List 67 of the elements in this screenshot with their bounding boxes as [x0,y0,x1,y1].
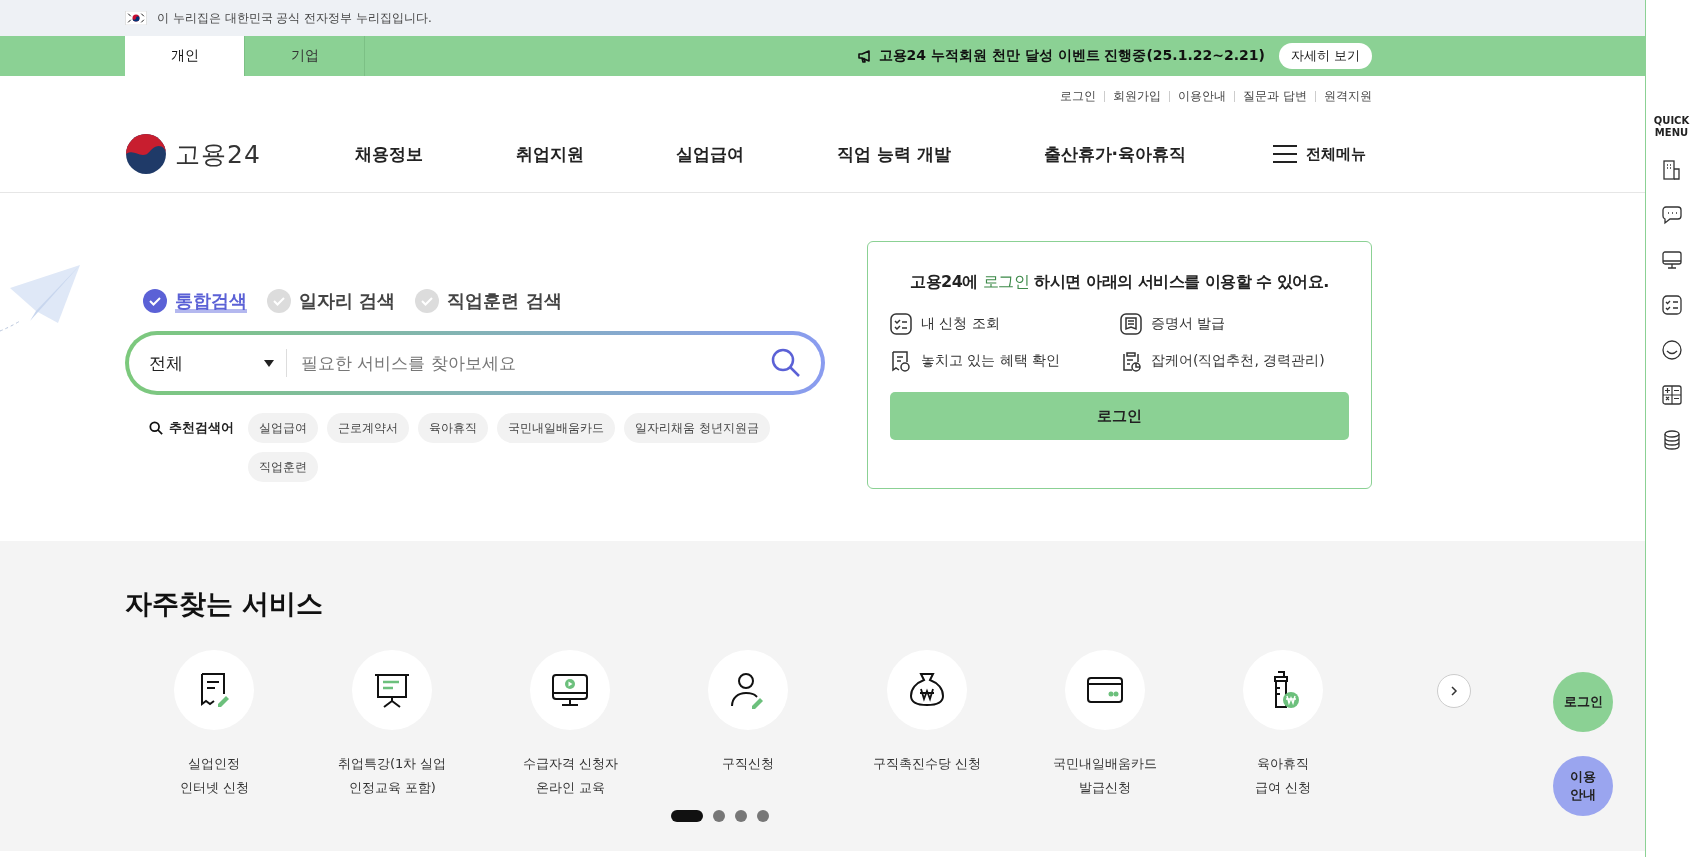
service-label[interactable]: 내 신청 조회 [921,315,1000,333]
notice-text: 고용24 누적회원 천만 달성 이벤트 진행중(25.1.22~2.21) [878,47,1265,65]
service-label[interactable]: 잡케어(직업추천, 경력관리) [1151,352,1325,370]
check-circle-icon [267,289,291,313]
database-icon[interactable] [1661,430,1682,450]
keyword-chip[interactable]: 실업급여 [248,413,318,443]
audience-tab[interactable]: 개인 [125,36,245,76]
calculator-icon[interactable] [1661,385,1682,405]
page-indicator[interactable] [671,810,703,822]
certificate-icon [1120,313,1142,335]
service-label[interactable]: 국민내일배움카드 발급신청 [1052,752,1157,800]
gov-banner-text: 이 누리집은 대한민국 공식 전자정부 누리집입니다. [157,9,432,27]
nav-item[interactable]: 출산휴가·육아휴직 [1043,142,1186,166]
utility-link[interactable]: 원격지원 [1324,87,1372,105]
service-label[interactable]: 구직신청 [722,752,775,776]
checklist-icon [890,313,912,335]
smile-icon[interactable] [1661,340,1682,360]
service-label[interactable]: 수급자격 신청자 온라인 교육 [522,752,618,800]
monitor-icon[interactable] [1661,250,1682,270]
keyword-chip[interactable]: 일자리채움 청년지원금 [624,413,770,443]
keyword-chip[interactable]: 근로계약서 [327,413,409,443]
login-prompt: 고용24에 로그인 하시면 아래의 서비스를 이용할 수 있어요. [909,272,1330,293]
utility-link[interactable]: 질문과 답변 [1243,87,1307,105]
chat-bubble-icon[interactable] [1661,205,1682,225]
logo-text[interactable]: 고용24 [175,137,261,171]
utility-link[interactable]: 이용안내 [1178,87,1227,105]
quick-menu-title: QUICK MENU [1653,115,1690,139]
search-icon[interactable] [771,348,801,378]
receipt-icon [890,350,912,372]
service-label[interactable]: 증명서 발급 [1151,315,1226,333]
nav-item[interactable]: 실업급여 [676,142,745,166]
service-label[interactable]: 구직촉진수당 신청 [872,752,981,776]
building-icon[interactable] [1661,160,1682,180]
service-label[interactable]: 육아휴직 급여 신청 [1254,752,1311,800]
chevron-right-icon [1448,685,1460,697]
recommended-label: 추천검색어 [169,419,234,437]
clipboard-chart-icon [1120,350,1142,372]
search-tab[interactable]: 통합검색 [143,289,247,313]
section-title: 자주찾는 서비스 [125,587,325,621]
search-field[interactable]: 전체 필요한 서비스를 찾아보세요 [125,331,825,395]
check-circle-icon [415,289,440,313]
nav-item[interactable]: 채용정보 [355,142,423,166]
details-button[interactable]: 자세히 보기 [1278,43,1372,69]
search-icon [149,421,163,435]
search-tab[interactable]: 직업훈련 검색 [415,289,562,313]
utility-link[interactable]: 회원가입 [1113,87,1162,105]
keyword-chip[interactable]: 국민내일배움카드 [497,413,615,443]
service-label[interactable]: 취업특강(1차 실업 인정교육 포함) [337,752,447,800]
nav-item[interactable]: 직업 능력 개발 [837,142,951,166]
audience-tab[interactable]: 기업 [245,36,365,76]
megaphone-icon [856,48,873,64]
search-tab[interactable]: 일자리 검색 [267,289,396,313]
keyword-chip[interactable]: 직업훈련 [248,452,318,482]
login-button[interactable]: 로그인 [890,392,1349,440]
nav-item[interactable]: 취업지원 [515,142,584,166]
dropdown-caret-icon [264,359,274,367]
utility-link[interactable]: 로그인 [1060,87,1097,105]
service-label[interactable]: 실업인정 인터넷 신청 [179,752,249,800]
check-circle-icon [143,289,167,313]
all-menu-button[interactable]: 전체메뉴 [1266,143,1372,165]
category-select[interactable]: 전체 [149,351,274,375]
logo-emblem-icon [125,133,167,175]
keyword-chip[interactable]: 육아휴직 [418,413,488,443]
menu-icon [1272,145,1298,163]
checklist-icon[interactable] [1661,295,1682,315]
service-label[interactable]: 놓치고 있는 혜택 확인 [921,352,1061,370]
flag-icon [125,11,147,25]
